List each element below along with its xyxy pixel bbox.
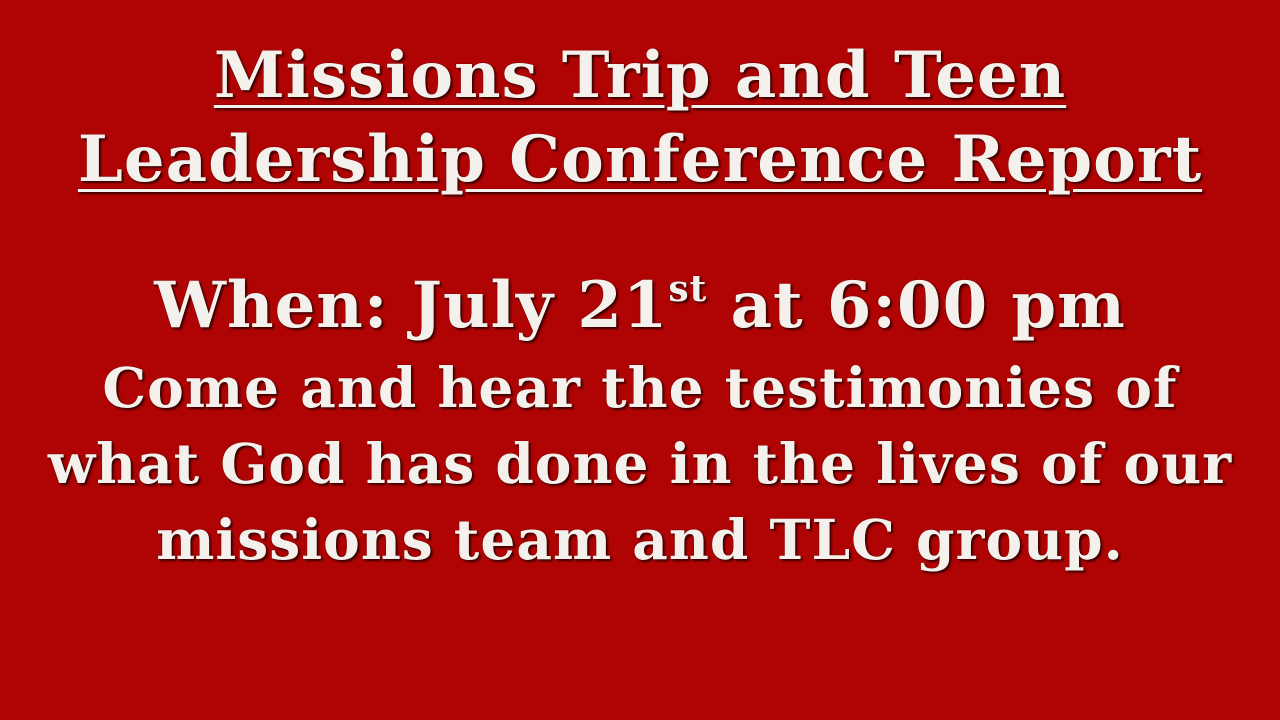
description-line-3: missions team and TLC group. bbox=[156, 507, 1124, 572]
slide: Missions Trip and Teen Leadership Confer… bbox=[0, 0, 1280, 720]
description-line-2: what God has done in the lives of our bbox=[47, 431, 1233, 496]
event-time: When: July 21st at 6:00 pm bbox=[0, 266, 1280, 346]
when-suffix: at 6:00 pm bbox=[707, 268, 1126, 343]
date-ordinal-suffix: st bbox=[668, 268, 708, 310]
title-line-2: Leadership Conference Report bbox=[77, 122, 1203, 197]
slide-title: Missions Trip and Teen Leadership Confer… bbox=[0, 34, 1280, 202]
title-line-1: Missions Trip and Teen bbox=[213, 38, 1067, 113]
when-prefix: When: July 21 bbox=[154, 268, 669, 343]
description-line-1: Come and hear the testimonies of bbox=[102, 355, 1178, 420]
event-description: Come and hear the testimonies of what Go… bbox=[0, 350, 1280, 578]
